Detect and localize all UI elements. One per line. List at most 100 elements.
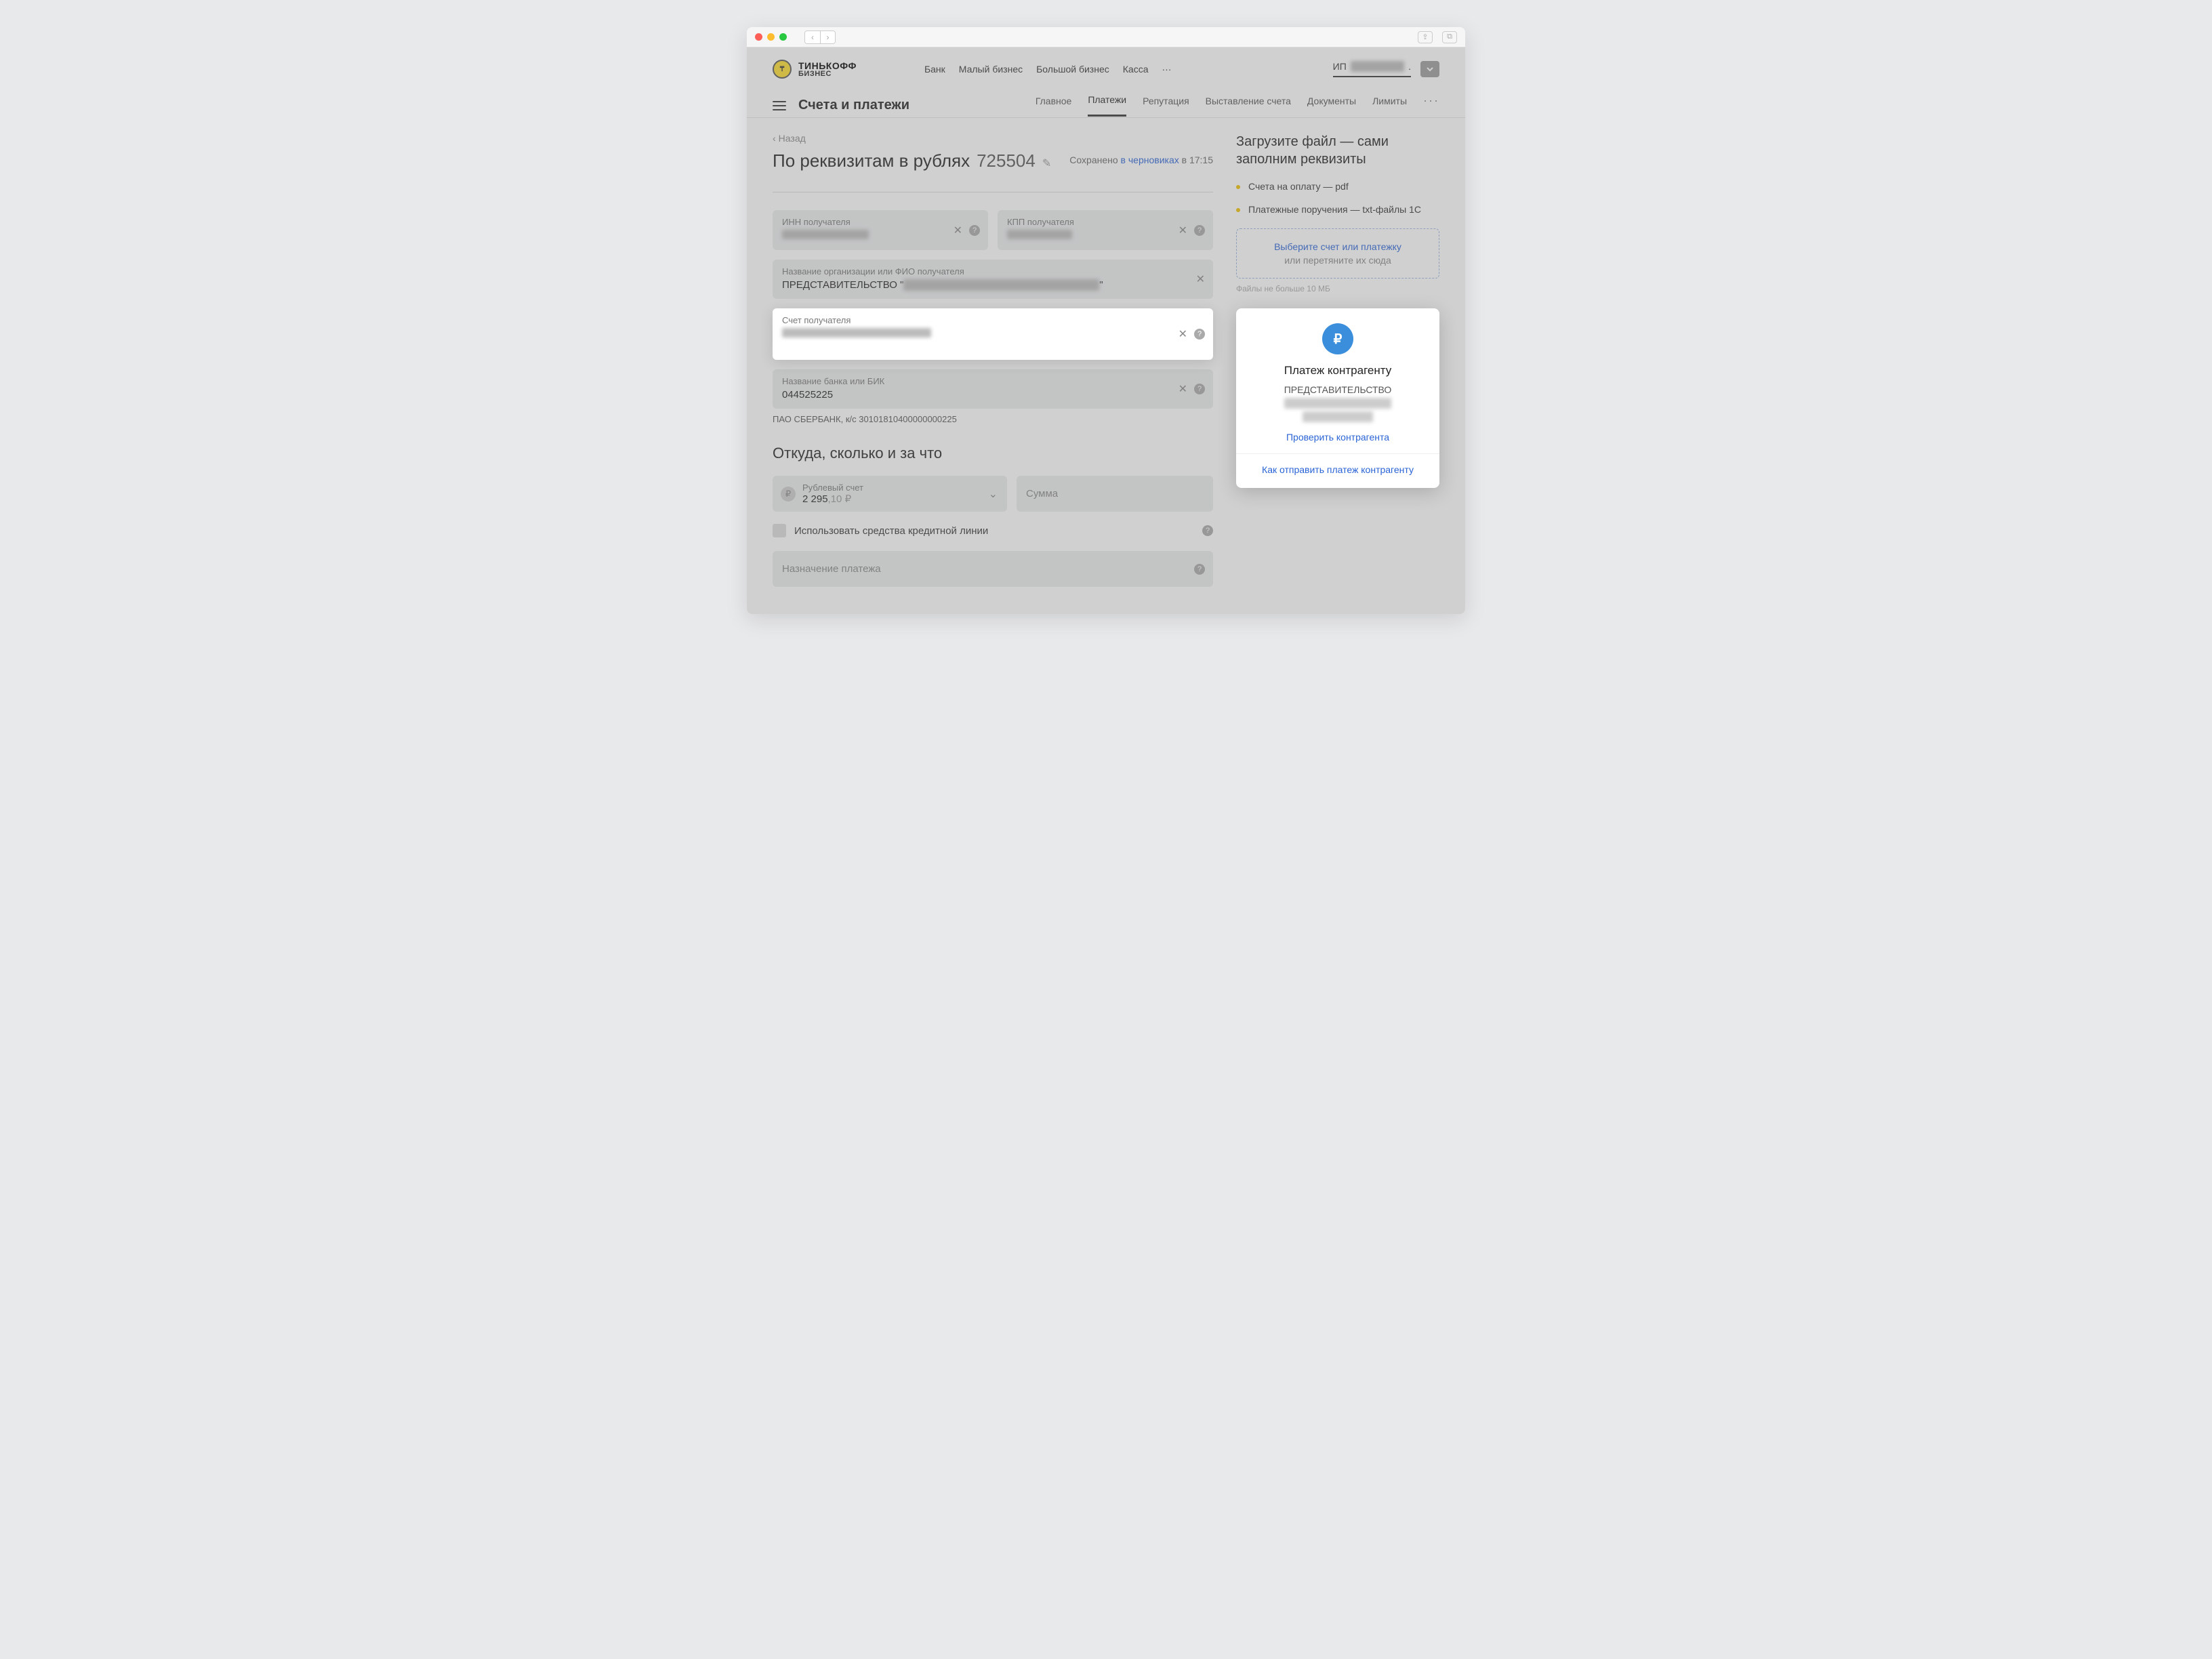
upload-sub: или перетяните их сюда: [1284, 255, 1391, 266]
nav-forward-button[interactable]: ›: [820, 31, 835, 43]
nav-back-button[interactable]: ‹: [805, 31, 820, 43]
app-body: ₸ ТИНЬКОФФ БИЗНЕС Банк Малый бизнес Боль…: [747, 47, 1465, 614]
card-sub-line2: "██████████ █████: [1248, 398, 1427, 409]
org-value: ПРЕДСТАВИТЕЛЬСТВО "██████ ████ ██████ ██…: [782, 279, 1204, 291]
logo-mark-icon: ₸: [773, 60, 792, 79]
minimize-light-icon[interactable]: [767, 33, 775, 41]
user-suffix: .: [1408, 61, 1411, 72]
help-icon[interactable]: ?: [1194, 384, 1205, 394]
logo-sub: БИЗНЕС: [798, 70, 857, 78]
tab-payments[interactable]: Платежи: [1088, 94, 1126, 117]
clear-icon[interactable]: ✕: [1179, 382, 1187, 396]
recipient-account-field[interactable]: Счет получателя █████ ████ █ █████ █████…: [773, 308, 1213, 360]
clear-icon[interactable]: ✕: [1179, 224, 1187, 237]
upload-dropzone[interactable]: Выберите счет или платежку или перетянит…: [1236, 228, 1439, 279]
help-icon[interactable]: ?: [1194, 564, 1205, 575]
app-header: ₸ ТИНЬКОФФ БИЗНЕС Банк Малый бизнес Боль…: [747, 47, 1465, 79]
tab-documents[interactable]: Документы: [1307, 96, 1356, 116]
kpp-field[interactable]: КПП получателя █████████ ✕ ?: [998, 210, 1213, 250]
card-sub-line1: ПРЕДСТАВИТЕЛЬСТВО: [1248, 384, 1427, 395]
help-icon[interactable]: ?: [1194, 329, 1205, 340]
help-icon[interactable]: ?: [1202, 525, 1213, 536]
howto-send-link[interactable]: Как отправить платеж контрагенту: [1248, 454, 1427, 477]
close-light-icon[interactable]: [755, 33, 762, 41]
org-label: Название организации или ФИО получателя: [782, 266, 1204, 276]
nav-item-more[interactable]: ···: [1162, 64, 1171, 75]
page-title: По реквизитам в рублях: [773, 150, 970, 171]
clear-icon[interactable]: ✕: [1179, 327, 1187, 341]
main-column: ‹ Назад По реквизитам в рублях 725504 ✎ …: [773, 133, 1213, 587]
logo[interactable]: ₸ ТИНЬКОФФ БИЗНЕС: [773, 60, 857, 79]
subheader: Счета и платежи Главное Платежи Репутаци…: [747, 79, 1465, 118]
help-icon[interactable]: ?: [1194, 225, 1205, 236]
hamburger-icon[interactable]: [773, 101, 786, 110]
maximize-light-icon[interactable]: [779, 33, 787, 41]
card-sub-line3-mask: ██████████": [1303, 411, 1373, 422]
credit-line-checkbox-row[interactable]: Использовать средства кредитной линии ?: [773, 524, 1213, 537]
browser-window: ‹ › ⇪ ⧉ ₸ ТИНЬКОФФ БИЗНЕС Банк Малый биз…: [747, 27, 1465, 614]
nav-buttons: ‹ ›: [804, 30, 836, 44]
browser-chrome: ‹ › ⇪ ⧉: [747, 27, 1465, 47]
section-title: Счета и платежи: [798, 98, 909, 113]
saved-note: Сохранено в черновиках в 17:15: [1069, 155, 1213, 165]
chevron-down-icon: [1426, 65, 1434, 73]
sum-input[interactable]: Сумма: [1017, 476, 1213, 512]
tab-limits[interactable]: Лимиты: [1372, 96, 1407, 116]
saved-prefix: Сохранено: [1069, 155, 1120, 165]
acct-label: Рублевый счет: [802, 483, 980, 493]
acct-main: 2 295: [802, 493, 828, 505]
clear-icon[interactable]: ✕: [1196, 272, 1205, 286]
purpose-input[interactable]: Назначение платежа ?: [773, 551, 1213, 587]
inn-value: ████████████: [782, 230, 869, 239]
tabs-more[interactable]: ···: [1423, 94, 1439, 117]
user-prefix: ИП: [1333, 61, 1347, 72]
card-sub-line2-mask: "██████████ █████: [1284, 398, 1391, 409]
checkbox-icon[interactable]: [773, 524, 786, 537]
card-sub-line3: ██████████": [1248, 411, 1427, 422]
tab-reputation[interactable]: Репутация: [1143, 96, 1189, 116]
tab-main[interactable]: Главное: [1036, 96, 1072, 116]
contragent-card: ₽ Платеж контрагенту ПРЕДСТАВИТЕЛЬСТВО "…: [1236, 308, 1439, 488]
card-title: Платеж контрагенту: [1248, 364, 1427, 377]
bank-bik-field[interactable]: Название банка или БИК 044525225 ✕ ?: [773, 369, 1213, 409]
account-label: Счет получателя: [782, 315, 1204, 325]
debit-account-select[interactable]: ₽ Рублевый счет 2 295,10 ₽ ⌄: [773, 476, 1007, 512]
upload-bullets: Счета на оплату — pdf Платежные поручени…: [1236, 180, 1439, 216]
content: ‹ Назад По реквизитам в рублях 725504 ✎ …: [747, 118, 1465, 614]
purpose-placeholder: Назначение платежа: [782, 563, 881, 575]
bank-hint: ПАО СБЕРБАНК, к/с 30101810400000000225: [773, 414, 1213, 424]
check-contragent-link[interactable]: Проверить контрагента: [1248, 432, 1427, 443]
tabs-icon[interactable]: ⧉: [1442, 31, 1457, 43]
saved-drafts-link[interactable]: в черновиках: [1121, 155, 1179, 165]
edit-icon[interactable]: ✎: [1042, 157, 1051, 170]
sub-tabs: Главное Платежи Репутация Выставление сч…: [1036, 94, 1439, 117]
nav-item-big-biz[interactable]: Большой бизнес: [1036, 64, 1109, 75]
clear-icon[interactable]: ✕: [954, 224, 962, 237]
user-name-masked: ████████: [1351, 61, 1404, 72]
help-icon[interactable]: ?: [969, 225, 980, 236]
back-text: Назад: [779, 133, 806, 144]
org-suffix: ": [1099, 279, 1103, 291]
chevron-down-icon: ⌄: [989, 487, 998, 501]
page-number: 725504: [977, 150, 1036, 171]
nav-item-bank[interactable]: Банк: [924, 64, 945, 75]
upload-link[interactable]: Выберите счет или платежку: [1245, 241, 1431, 252]
acct-frac: ,10 ₽: [828, 493, 852, 505]
org-name-field[interactable]: Название организации или ФИО получателя …: [773, 260, 1213, 299]
side-column: Загрузите файл — сами заполним реквизиты…: [1236, 133, 1439, 587]
files-hint: Файлы не больше 10 МБ: [1236, 284, 1439, 293]
acct-balance: 2 295,10 ₽: [802, 493, 980, 505]
traffic-lights: [755, 33, 787, 41]
nav-item-small-biz[interactable]: Малый бизнес: [959, 64, 1023, 75]
chevron-left-icon: ‹: [773, 133, 776, 144]
bank-label: Название банка или БИК: [782, 376, 1204, 386]
share-icon[interactable]: ⇪: [1418, 31, 1433, 43]
tab-invoice[interactable]: Выставление счета: [1206, 96, 1291, 116]
inn-field[interactable]: ИНН получателя ████████████ ✕ ?: [773, 210, 988, 250]
ruble-badge-icon: ₽: [1322, 323, 1353, 354]
nav-item-kassa[interactable]: Касса: [1123, 64, 1149, 75]
user-menu-button[interactable]: [1420, 61, 1439, 77]
user-chip[interactable]: ИП ████████ .: [1333, 61, 1411, 77]
back-link[interactable]: ‹ Назад: [773, 133, 1051, 144]
account-value: █████ ████ █ █████ ██████████: [782, 328, 931, 337]
